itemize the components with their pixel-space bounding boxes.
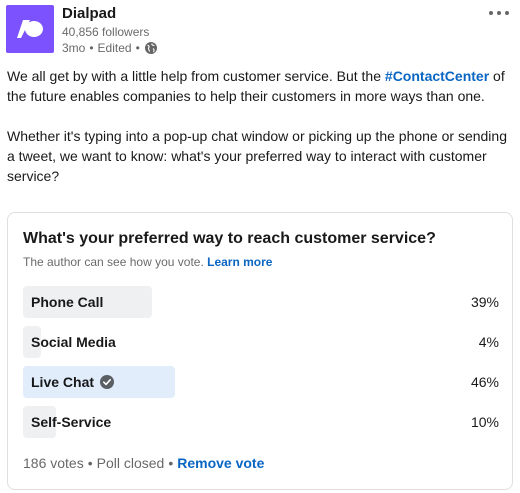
poll-footer: 186 votes • Poll closed • Remove vote [23,455,264,471]
footer-separator: • [87,455,93,471]
poll-option-label: Live Chat [31,374,95,390]
vote-count: 186 votes [23,455,84,471]
edited-label: Edited [97,41,132,55]
company-logo[interactable] [6,5,54,53]
poll-option-percent: 39% [470,294,499,310]
company-name[interactable]: Dialpad [62,5,116,22]
post-paragraph: Whether it's typing into a pop-up chat w… [7,128,507,184]
poll-option-live-chat[interactable]: Live Chat 46% [23,366,499,398]
post-paragraph: We all get by with a little help from cu… [7,68,505,104]
poll-question: What's your preferred way to reach custo… [23,230,436,247]
post-header: Dialpad 40,856 followers 3mo • Edited • [0,0,520,62]
poll-option-label: Phone Call [31,294,104,310]
poll-option-phone-call[interactable]: Phone Call 39% [23,286,499,318]
poll-option-self-service[interactable]: Self-Service 10% [23,406,499,438]
poll-option-social-media[interactable]: Social Media 4% [23,326,499,358]
globe-icon [144,41,158,55]
post-time: 3mo [62,41,86,55]
poll-option-percent: 4% [478,334,499,350]
poll-options: Phone Call 39% Social Media 4% Live Chat [23,286,499,446]
poll-card: What's your preferred way to reach custo… [7,212,513,490]
checkmark-icon [100,375,115,389]
more-horizontal-icon [489,11,509,15]
poll-privacy-note: The author can see how you vote. Learn m… [23,255,273,269]
meta-separator: • [89,41,94,55]
poll-option-percent: 46% [470,374,499,390]
more-options-button[interactable] [488,6,510,20]
footer-separator: • [168,455,174,471]
follower-count: 40,856 followers [62,25,150,39]
post-body: We all get by with a little help from cu… [7,66,515,186]
remove-vote-button[interactable]: Remove vote [177,455,264,471]
learn-more-link[interactable]: Learn more [207,255,272,269]
poll-status: Poll closed [96,455,165,471]
post-meta: 3mo • Edited • [62,41,158,55]
poll-option-label: Self-Service [31,414,112,430]
dialpad-logo-icon [17,20,43,38]
hashtag-link[interactable]: #ContactCenter [385,68,489,84]
poll-option-percent: 10% [470,414,499,430]
poll-option-label: Social Media [31,334,116,350]
meta-separator: • [135,41,140,55]
